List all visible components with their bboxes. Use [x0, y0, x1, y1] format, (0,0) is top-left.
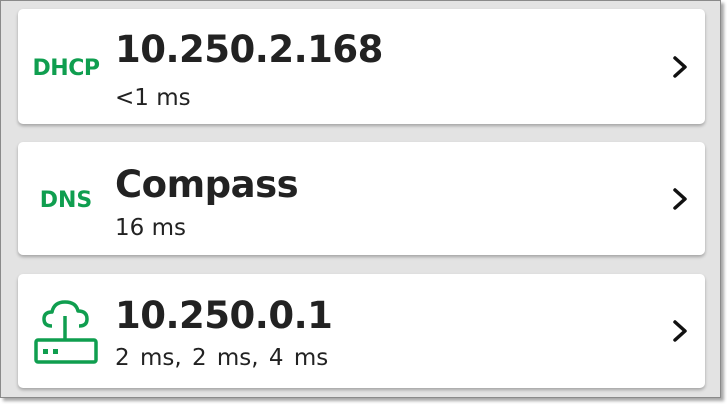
gateway-ping-times: 2 ms, 2 ms, 4 ms [115, 345, 329, 371]
dns-response-time: 16 ms [115, 215, 186, 241]
dns-server-name: Compass [115, 163, 299, 206]
gateway-address: 10.250.0.1 [115, 294, 333, 337]
dns-result-card[interactable]: DNS Compass 16 ms [18, 142, 705, 255]
dns-badge: DNS [39, 188, 93, 213]
chevron-right-icon[interactable] [669, 186, 691, 212]
dhcp-badge: DHCP [32, 56, 100, 81]
gateway-result-card[interactable]: 10.250.0.1 2 ms, 2 ms, 4 ms [18, 274, 705, 388]
chevron-right-icon[interactable] [669, 318, 691, 344]
chevron-right-icon[interactable] [669, 54, 691, 80]
dhcp-server-address: 10.250.2.168 [115, 28, 383, 71]
gateway-cloud-router-icon [34, 300, 98, 364]
dhcp-result-card[interactable]: DHCP 10.250.2.168 <1 ms [18, 9, 705, 124]
dhcp-response-time: <1 ms [115, 85, 191, 111]
results-panel: DHCP 10.250.2.168 <1 ms DNS Compass 16 m… [0, 0, 721, 398]
